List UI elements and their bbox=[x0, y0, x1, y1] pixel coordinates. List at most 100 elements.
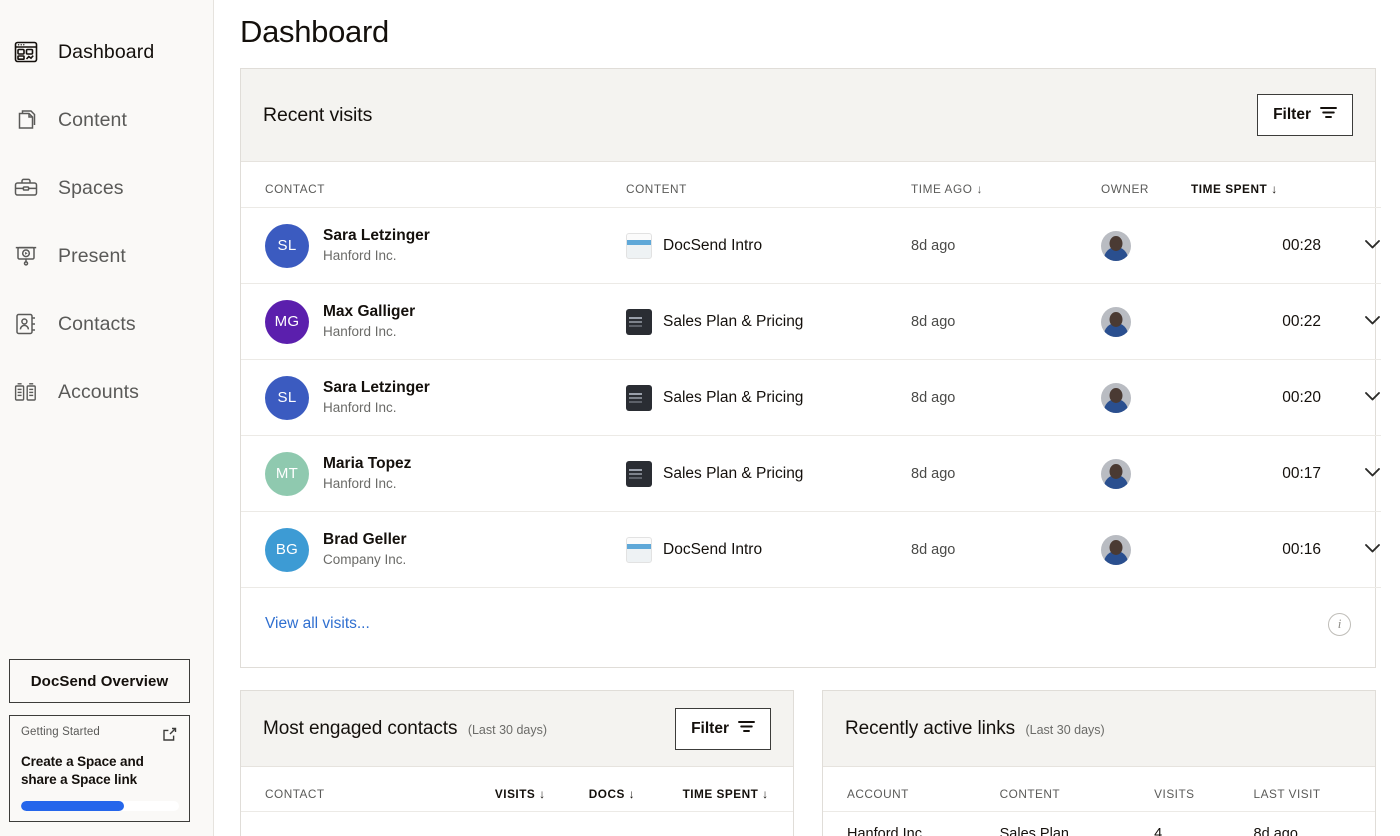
most-engaged-header: Most engaged contacts (Last 30 days) Fil… bbox=[241, 691, 793, 767]
owner-avatar bbox=[1101, 382, 1131, 413]
cell-owner bbox=[1101, 435, 1191, 512]
avatar: SL bbox=[265, 223, 309, 268]
content-name: Sales Plan & Pricing bbox=[663, 388, 804, 406]
col-header-time-ago[interactable]: TIME AGO ↓ bbox=[911, 162, 1101, 208]
content-name: DocSend Intro bbox=[663, 236, 763, 254]
owner-avatar bbox=[1101, 458, 1131, 489]
sidebar-item-dashboard[interactable]: Dashboard bbox=[0, 18, 213, 86]
col-header-visits[interactable]: VISITS bbox=[1154, 767, 1254, 813]
cell-content: Sales Plan & Pricing bbox=[626, 435, 911, 512]
recently-active-links-card: Recently active links (Last 30 days) ACC… bbox=[822, 690, 1376, 836]
filter-button-most-engaged[interactable]: Filter bbox=[675, 707, 771, 750]
recently-active-links-title: Recently active links bbox=[845, 717, 1016, 739]
most-engaged-title: Most engaged contacts bbox=[263, 717, 458, 739]
chevron-down-icon[interactable] bbox=[1364, 389, 1381, 406]
most-engaged-table: CONTACT VISITS ↓ DOCS ↓ TIME SPENT ↓ bbox=[241, 767, 793, 813]
sidebar-item-label: Present bbox=[58, 244, 126, 267]
sort-desc-icon: ↓ bbox=[762, 787, 769, 801]
cell-expand[interactable] bbox=[1321, 435, 1381, 512]
getting-started-header: Getting Started bbox=[21, 726, 178, 743]
document-thumbnail-icon bbox=[626, 232, 652, 259]
view-all-visits-link[interactable]: View all visits... bbox=[265, 615, 370, 633]
most-engaged-contacts-card: Most engaged contacts (Last 30 days) Fil… bbox=[240, 690, 794, 836]
getting-started-title: Create a Space and share a Space link bbox=[21, 754, 144, 787]
recently-active-links-header: Recently active links (Last 30 days) bbox=[823, 691, 1375, 767]
cell-time-spent: 00:20 bbox=[1191, 359, 1321, 436]
col-label: CONTACT bbox=[265, 182, 325, 196]
filter-button-recent-visits[interactable]: Filter bbox=[1257, 94, 1353, 136]
sidebar-item-spaces[interactable]: Spaces bbox=[0, 154, 213, 222]
recently-active-title-wrap: Recently active links (Last 30 days) bbox=[845, 718, 1105, 740]
table-row[interactable]: MT Maria Topez Hanford Inc. Sales Plan &… bbox=[241, 435, 1381, 512]
bottom-cards-row: Most engaged contacts (Last 30 days) Fil… bbox=[240, 690, 1376, 836]
cell-visits: 4 bbox=[1154, 826, 1163, 836]
col-header-content[interactable]: CONTENT bbox=[999, 767, 1155, 813]
content-name: DocSend Intro bbox=[663, 540, 763, 558]
table-row[interactable]: SL Sara Letzinger Hanford Inc. Sales Pla… bbox=[241, 359, 1381, 436]
table-row[interactable]: BG Brad Geller Company Inc. DocSend Intr… bbox=[241, 511, 1381, 588]
col-header-owner[interactable]: OWNER bbox=[1101, 162, 1191, 208]
col-header-content[interactable]: CONTENT bbox=[626, 162, 911, 208]
col-header-last-visit[interactable]: LAST VISIT bbox=[1253, 767, 1375, 813]
col-header-contact[interactable]: CONTACT bbox=[241, 162, 626, 208]
info-icon[interactable]: i bbox=[1328, 612, 1351, 636]
cell-time-ago: 8d ago bbox=[911, 435, 1101, 512]
cell-time-ago: 8d ago bbox=[911, 359, 1101, 436]
accounts-icon bbox=[8, 375, 44, 409]
sidebar-item-contacts[interactable]: Contacts bbox=[0, 290, 213, 358]
recent-visits-header: Recent visits Filter bbox=[241, 69, 1375, 162]
col-header-docs[interactable]: DOCS ↓ bbox=[588, 767, 683, 813]
recent-visits-table: CONTACT CONTENT TIME AGO ↓ OWNER TIME SP… bbox=[241, 162, 1381, 588]
col-label: ACCOUNT bbox=[847, 787, 909, 801]
chevron-down-icon[interactable] bbox=[1364, 313, 1381, 330]
sidebar-bottom: DocSend Overview Getting Started Create … bbox=[9, 659, 190, 822]
cell-expand[interactable] bbox=[1321, 207, 1381, 284]
sidebar-item-accounts[interactable]: Accounts bbox=[0, 358, 213, 426]
chevron-down-icon[interactable] bbox=[1364, 541, 1381, 558]
col-header-time-spent[interactable]: TIME SPENT ↓ bbox=[682, 767, 793, 813]
owner-avatar bbox=[1101, 534, 1131, 565]
docsend-overview-button[interactable]: DocSend Overview bbox=[9, 659, 190, 703]
cell-expand[interactable] bbox=[1321, 359, 1381, 436]
present-icon bbox=[8, 239, 44, 273]
getting-started-label: Getting Started bbox=[21, 726, 100, 738]
sidebar-item-present[interactable]: Present bbox=[0, 222, 213, 290]
col-label: TIME SPENT bbox=[682, 787, 759, 801]
sort-desc-icon: ↓ bbox=[539, 787, 546, 801]
col-header-contact[interactable]: CONTACT bbox=[241, 767, 495, 813]
contact-name: Sara Letzinger bbox=[323, 226, 430, 244]
contact-name: Brad Geller bbox=[323, 530, 407, 548]
cell-owner bbox=[1101, 207, 1191, 284]
table-row[interactable]: SL Sara Letzinger Hanford Inc. DocSend I… bbox=[241, 207, 1381, 284]
most-engaged-title-wrap: Most engaged contacts (Last 30 days) bbox=[263, 718, 547, 740]
cell-owner bbox=[1101, 511, 1191, 588]
cell-contact: MT Maria Topez Hanford Inc. bbox=[241, 435, 626, 512]
cell-time-spent: 00:16 bbox=[1191, 511, 1321, 588]
filter-button-label: Filter bbox=[1273, 106, 1311, 123]
col-header-visits[interactable]: VISITS ↓ bbox=[494, 767, 589, 813]
cell-contact: SL Sara Letzinger Hanford Inc. bbox=[241, 359, 626, 436]
most-engaged-subtitle: (Last 30 days) bbox=[467, 722, 548, 737]
cell-expand[interactable] bbox=[1321, 283, 1381, 360]
getting-started-card[interactable]: Getting Started Create a Space and share… bbox=[9, 715, 190, 822]
external-link-icon[interactable] bbox=[161, 726, 178, 743]
col-header-time-spent[interactable]: TIME SPENT ↓ bbox=[1191, 162, 1321, 208]
cell-content: Sales Plan & Pricing bbox=[626, 283, 911, 360]
content-name: Sales Plan & Pricing bbox=[663, 464, 804, 482]
table-header-row: ACCOUNT CONTENT VISITS LAST VISIT bbox=[823, 767, 1375, 813]
cell-last-visit: 8d ago bbox=[1253, 826, 1298, 836]
chevron-down-icon[interactable] bbox=[1364, 465, 1381, 482]
contact-org: Hanford Inc. bbox=[323, 247, 397, 263]
recently-active-links-subtitle: (Last 30 days) bbox=[1025, 722, 1105, 737]
deck-thumbnail-icon bbox=[626, 460, 652, 487]
table-row[interactable]: MG Max Galliger Hanford Inc. Sales Plan … bbox=[241, 283, 1381, 360]
sidebar-item-label: Spaces bbox=[58, 176, 124, 199]
table-row[interactable]: Hanford Inc. Sales Plan ... 4 8d ago bbox=[823, 812, 1375, 836]
dashboard-icon bbox=[8, 35, 44, 69]
sidebar-item-content[interactable]: Content bbox=[0, 86, 213, 154]
col-label: TIME SPENT bbox=[1191, 182, 1268, 196]
cell-expand[interactable] bbox=[1321, 511, 1381, 588]
col-header-account[interactable]: ACCOUNT bbox=[823, 767, 1000, 813]
col-label: VISITS bbox=[1154, 787, 1195, 801]
chevron-down-icon[interactable] bbox=[1364, 237, 1381, 254]
